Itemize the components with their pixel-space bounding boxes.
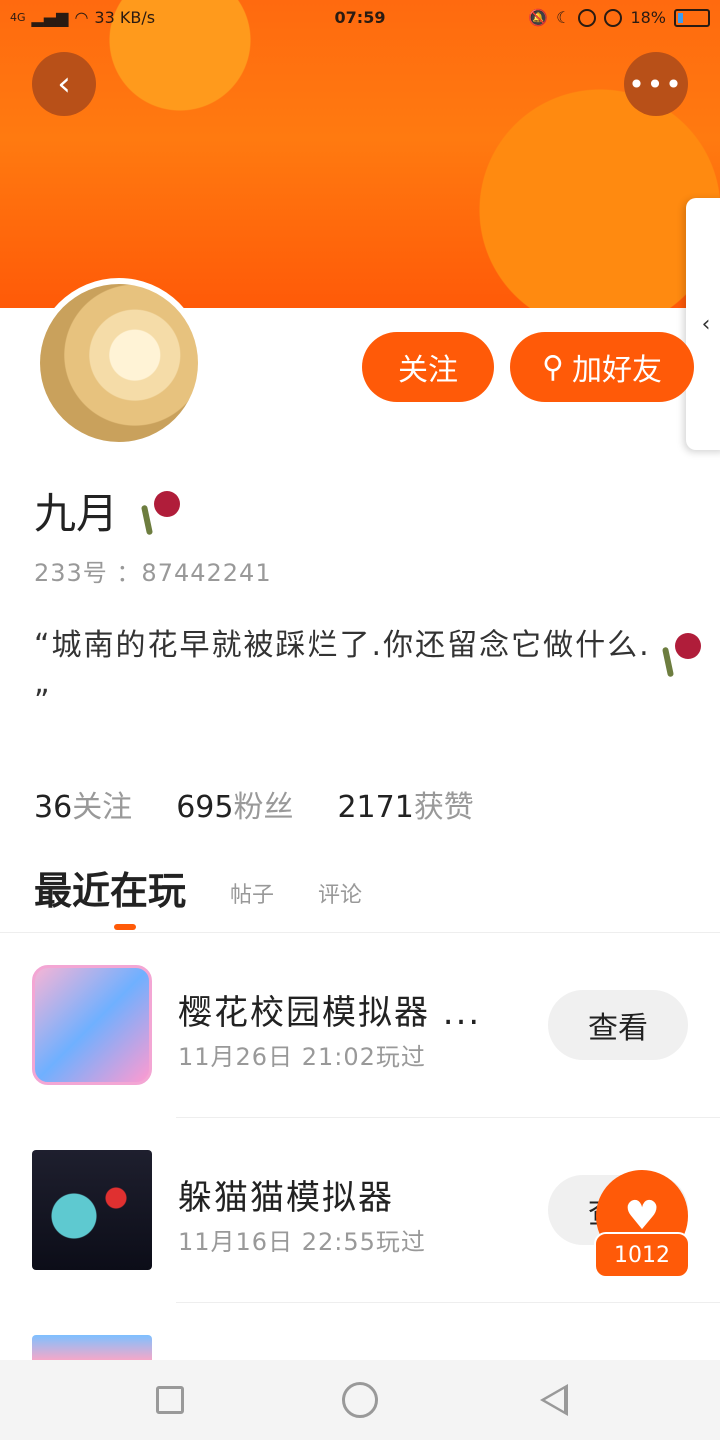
- battery-icon: [674, 8, 710, 27]
- game-icon[interactable]: [32, 1335, 152, 1360]
- view-button[interactable]: 查看: [548, 990, 688, 1060]
- stat-label: 粉丝: [233, 790, 294, 825]
- game-play-time: 11月26日 21:02玩过: [178, 1043, 426, 1071]
- bio-text: “城南的花早就被踩烂了.你还留念它做什么.: [34, 628, 651, 663]
- list-item[interactable]: 樱花校园模拟器 ... 11月26日 21:02玩过 查看: [0, 933, 720, 1117]
- stat-label: 获赞: [413, 790, 474, 825]
- profile-banner: [0, 0, 720, 308]
- stat-likes[interactable]: 2171获赞: [337, 782, 473, 826]
- tab-posts[interactable]: 帖子: [230, 877, 274, 915]
- side-drawer-tab[interactable]: ‹: [686, 198, 720, 450]
- stat-label: 关注: [72, 790, 133, 825]
- add-friend-button[interactable]: ⚲ 加好友: [510, 332, 694, 402]
- username-text: 九月: [34, 489, 119, 538]
- battery-percent: 18%: [630, 8, 666, 27]
- profile-tabs: 最近在玩 帖子 评论: [34, 860, 362, 930]
- moon-icon: ☾: [556, 8, 571, 27]
- user-bio: “城南的花早就被踩烂了.你还留念它做什么. ”: [34, 618, 701, 730]
- username: 九月: [34, 480, 182, 541]
- tab-recently-played[interactable]: 最近在玩: [34, 860, 186, 930]
- profile-stats: 36关注 695粉丝 2171获赞: [34, 782, 474, 826]
- game-icon[interactable]: [32, 1150, 152, 1270]
- stat-value: 2171: [337, 790, 414, 825]
- battery-level: [678, 12, 684, 23]
- system-back-button[interactable]: [540, 1384, 568, 1416]
- avatar[interactable]: [34, 278, 204, 448]
- game-play-time: 11月16日 22:55玩过: [178, 1228, 426, 1256]
- stat-value: 695: [176, 790, 234, 825]
- add-user-icon: ⚲: [542, 349, 564, 385]
- add-friend-label: 加好友: [571, 353, 662, 388]
- recent-apps-button[interactable]: [156, 1386, 184, 1414]
- like-count: 1012: [594, 1232, 690, 1278]
- system-nav-bar: [0, 1360, 720, 1440]
- mute-icon: 🔕: [528, 8, 549, 27]
- avatar-image: [40, 284, 198, 442]
- tab-comments[interactable]: 评论: [318, 877, 362, 915]
- stat-value: 36: [34, 790, 73, 825]
- status-right: 🔕 ☾ 18%: [528, 8, 710, 27]
- more-button[interactable]: •••: [624, 52, 688, 116]
- stat-fans[interactable]: 695粉丝: [176, 782, 293, 826]
- rose-icon: [130, 485, 182, 537]
- game-title: 樱花校园模拟器 ...: [178, 993, 482, 1033]
- divider: [176, 1302, 720, 1303]
- home-button[interactable]: [342, 1382, 378, 1418]
- stat-following[interactable]: 36关注: [34, 782, 132, 826]
- follow-button[interactable]: 关注: [362, 332, 494, 402]
- rotation-lock-icon: [578, 8, 597, 27]
- game-icon[interactable]: [32, 965, 152, 1085]
- status-bar: 4G ▂▄▆ ◠ 33 KB/s 07:59 🔕 ☾ 18%: [0, 0, 720, 36]
- back-button[interactable]: ‹: [32, 52, 96, 116]
- chevron-left-icon: ‹: [701, 311, 711, 337]
- bio-end: ”: [34, 684, 52, 719]
- game-title: 躲猫猫模拟器: [178, 1178, 394, 1218]
- alarm-icon: [604, 8, 623, 27]
- rose-icon: [651, 627, 701, 667]
- chevron-left-icon: ‹: [57, 64, 71, 104]
- follow-label: 关注: [398, 353, 458, 388]
- more-horizontal-icon: •••: [628, 67, 684, 101]
- user-id: 233号 ：87442241: [34, 559, 272, 587]
